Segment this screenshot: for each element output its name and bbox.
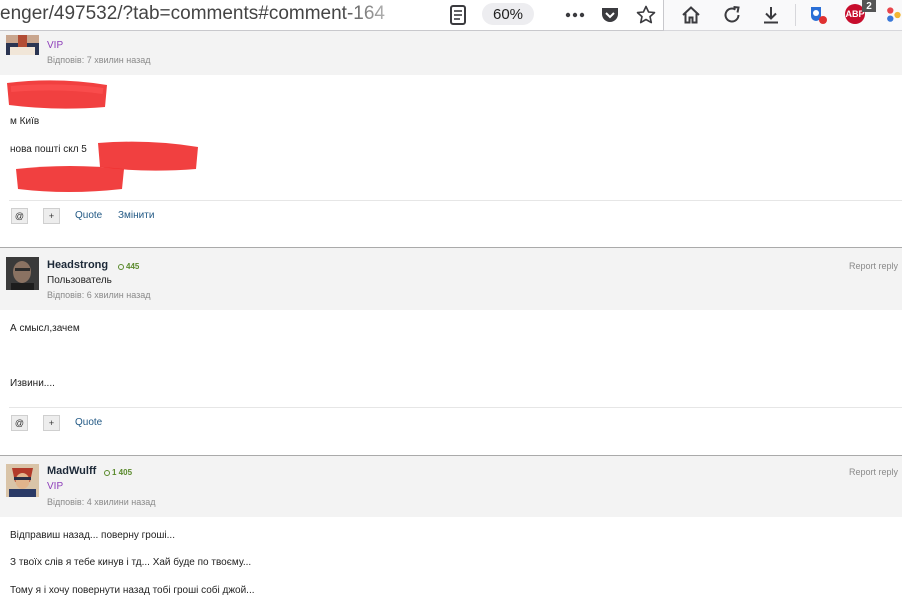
avatar[interactable]: [6, 257, 39, 290]
avatar[interactable]: [6, 464, 39, 497]
post-text: Извини....: [10, 378, 55, 389]
redaction-mark: [7, 80, 107, 109]
reputation-plus-button[interactable]: +: [43, 208, 60, 224]
forum-post: VIP Відповів: 7 хвилин назад м Київ нова…: [0, 31, 902, 247]
redaction-mark: [16, 166, 124, 192]
post-header: MadWulff 1 405 VIP Відповів: 4 хвилини н…: [0, 456, 902, 517]
page-actions-icon[interactable]: [563, 3, 587, 27]
reputation-icon: [118, 263, 124, 270]
user-group: VIP: [47, 481, 64, 492]
bookmark-star-icon[interactable]: [634, 3, 658, 27]
post-text: А смысл,зачем: [10, 323, 80, 334]
author-name[interactable]: MadWulff: [47, 465, 96, 477]
user-group: VIP: [47, 40, 64, 51]
post-controls-divider: [9, 200, 902, 201]
post-text: Тому я і хочу повернути назад тобі гроші…: [10, 585, 255, 596]
reputation-count: 445: [126, 262, 140, 271]
forum-post: Headstrong 445 Пользователь Відповів: 6 …: [0, 247, 902, 455]
post-header: VIP Відповів: 7 хвилин назад: [0, 31, 902, 75]
browser-toolbar: enger/497532/?tab=comments#comment-164 6…: [0, 0, 902, 31]
pocket-icon[interactable]: [598, 3, 622, 27]
reputation-badge: 1 405: [104, 468, 132, 477]
mention-button[interactable]: @: [11, 208, 28, 224]
quote-link[interactable]: Quote: [75, 210, 102, 221]
quote-link[interactable]: Quote: [75, 417, 102, 428]
url-bar[interactable]: enger/497532/?tab=comments#comment-164 6…: [0, 0, 664, 31]
post-text: м Київ: [10, 116, 40, 127]
reputation-count: 1 405: [112, 468, 133, 477]
reputation-icon: [104, 469, 110, 476]
download-icon[interactable]: [759, 3, 783, 27]
user-group: Пользователь: [47, 275, 112, 286]
extension-privacy-icon[interactable]: [806, 3, 830, 27]
edit-link[interactable]: Змінити: [118, 210, 154, 221]
post-time: Відповів: 6 хвилин назад: [47, 290, 151, 300]
home-icon[interactable]: [679, 3, 703, 27]
url-text[interactable]: enger/497532/?tab=comments#comment-164: [0, 3, 385, 25]
reputation-plus-button[interactable]: +: [43, 415, 60, 431]
reload-icon[interactable]: [720, 3, 744, 27]
report-reply-link[interactable]: Report reply: [849, 467, 898, 477]
avatar[interactable]: [6, 35, 39, 55]
mention-button[interactable]: @: [11, 415, 28, 431]
post-text: нова пошті скл 5: [10, 144, 87, 155]
extension-icon[interactable]: [884, 3, 902, 27]
report-reply-link[interactable]: Report reply: [849, 261, 898, 271]
reputation-badge: 445: [118, 262, 139, 271]
url-fade: [340, 0, 430, 30]
post-time: Відповів: 7 хвилин назад: [47, 55, 151, 65]
post-time: Відповів: 4 хвилини назад: [47, 497, 156, 507]
toolbar-separator: [795, 4, 796, 26]
post-text: Відправиш назад... поверну гроші...: [10, 530, 175, 541]
author-name[interactable]: Headstrong: [47, 259, 108, 271]
post-header: Headstrong 445 Пользователь Відповів: 6 …: [0, 248, 902, 310]
reader-view-icon[interactable]: [446, 3, 470, 27]
adblock-count-badge: 2: [862, 0, 876, 12]
zoom-indicator[interactable]: 60%: [482, 3, 534, 25]
post-controls-divider: [9, 407, 902, 408]
post-text: З твоїх слів я тебе кинув і тд... Хай бу…: [10, 557, 252, 568]
forum-post: MadWulff 1 405 VIP Відповів: 4 хвилини н…: [0, 455, 902, 613]
